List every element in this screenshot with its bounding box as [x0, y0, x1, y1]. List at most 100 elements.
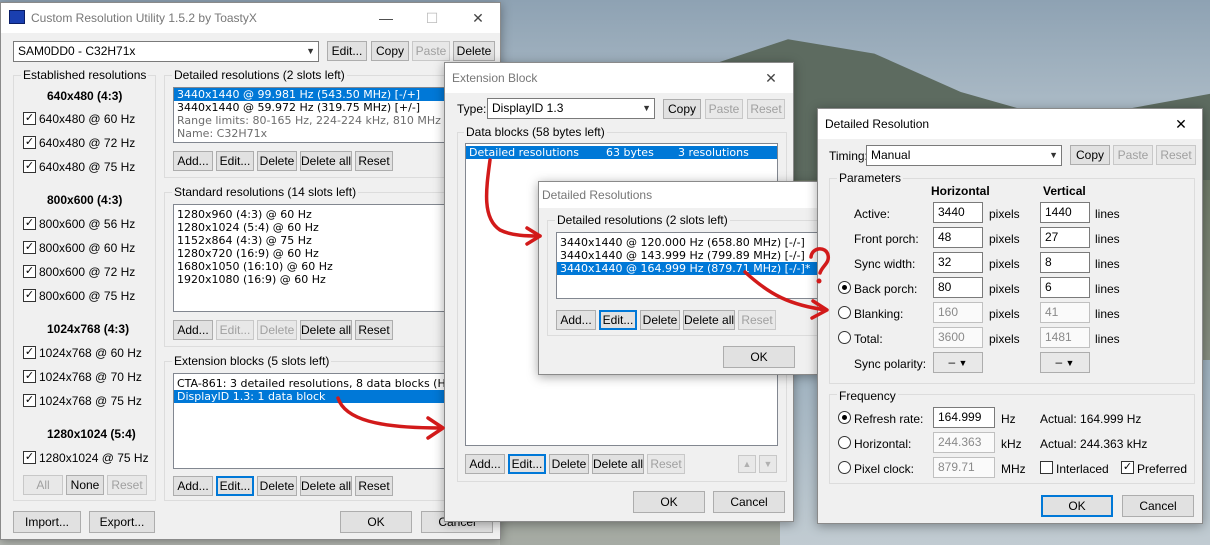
total-radio[interactable] [838, 331, 851, 344]
monitor-delete-button[interactable]: Delete [453, 41, 495, 61]
active-h-input[interactable]: 3440 [933, 202, 983, 223]
sync-width-v-input[interactable]: 8 [1040, 252, 1090, 273]
refresh-rate-input[interactable]: 164.999 [933, 407, 995, 428]
est-label-1024-75: 1024x768 @ 75 Hz [39, 394, 142, 408]
dr-timing-select[interactable]: Manual ▼ [866, 145, 1062, 166]
list-item[interactable]: 3440x1440 @ 143.999 Hz (799.89 MHz) [-/-… [557, 249, 818, 262]
extension-edit-button[interactable]: Edit... [216, 476, 254, 496]
horizontal-freq-input[interactable]: 244.363 [933, 432, 995, 453]
detailed-delete-all-button[interactable]: Delete all [300, 151, 352, 171]
list-item[interactable]: 3440x1440 @ 164.999 Hz (879.71 MHz) [-/-… [557, 262, 818, 275]
main-ok-button[interactable]: OK [340, 511, 412, 533]
close-icon[interactable]: ✕ [455, 3, 501, 33]
dres-reset-button[interactable]: Reset [738, 310, 776, 330]
active-v-input[interactable]: 1440 [1040, 202, 1090, 223]
front-porch-h-input[interactable]: 48 [933, 227, 983, 248]
back-porch-v-input[interactable]: 6 [1040, 277, 1090, 298]
est-checkbox-800-60[interactable]: ✓ [23, 241, 36, 254]
est-checkbox-640-60[interactable]: ✓ [23, 112, 36, 125]
h-polarity-select[interactable]: – ▼ [933, 352, 983, 373]
est-checkbox-1280-75[interactable]: ✓ [23, 451, 36, 464]
dres-delete-button[interactable]: Delete [640, 310, 680, 330]
est-checkbox-800-75[interactable]: ✓ [23, 289, 36, 302]
detailed-edit-button[interactable]: Edit... [216, 151, 254, 171]
dres-add-button[interactable]: Add... [556, 310, 596, 330]
monitor-copy-button[interactable]: Copy [371, 41, 409, 61]
detailed-add-button[interactable]: Add... [173, 151, 213, 171]
standard-reset-button[interactable]: Reset [355, 320, 393, 340]
monitor-paste-button[interactable]: Paste [412, 41, 450, 61]
dres-edit-button[interactable]: Edit... [599, 310, 637, 330]
est-checkbox-1024-75[interactable]: ✓ [23, 394, 36, 407]
est-reset-button[interactable]: Reset [107, 475, 147, 495]
move-up-icon[interactable]: ▲ [738, 455, 756, 473]
ext-copy-button[interactable]: Copy [663, 99, 701, 119]
sync-width-h-input[interactable]: 32 [933, 252, 983, 273]
blanking-radio[interactable] [838, 306, 851, 319]
total-v-input[interactable]: 1481 [1040, 327, 1090, 348]
move-down-icon[interactable]: ▼ [759, 455, 777, 473]
ext-ok-button[interactable]: OK [633, 491, 705, 513]
dr-copy-button[interactable]: Copy [1070, 145, 1110, 165]
ext-type-select[interactable]: DisplayID 1.3 ▼ [487, 98, 655, 119]
dres-delete-all-button[interactable]: Delete all [683, 310, 735, 330]
extension-delete-all-button[interactable]: Delete all [300, 476, 352, 496]
refresh-rate-radio[interactable] [838, 411, 851, 424]
list-item[interactable]: 3440x1440 @ 120.000 Hz (658.80 MHz) [-/-… [557, 236, 818, 249]
maximize-icon[interactable]: ☐ [409, 3, 455, 33]
minimize-icon[interactable]: — [363, 3, 409, 33]
standard-delete-all-button[interactable]: Delete all [300, 320, 352, 340]
dres-ok-button[interactable]: OK [723, 346, 795, 368]
pixel-clock-radio[interactable] [838, 461, 851, 474]
ext-reset-button[interactable]: Reset [747, 99, 785, 119]
standard-edit-button[interactable]: Edit... [216, 320, 254, 340]
est-checkbox-1024-70[interactable]: ✓ [23, 370, 36, 383]
ext-reset-list-button[interactable]: Reset [647, 454, 685, 474]
active-h-unit: pixels [989, 207, 1020, 221]
close-icon[interactable]: ✕ [1158, 109, 1204, 139]
ext-edit-button[interactable]: Edit... [508, 454, 546, 474]
detailed-delete-button[interactable]: Delete [257, 151, 297, 171]
horizontal-freq-radio[interactable] [838, 436, 851, 449]
ext-paste-button[interactable]: Paste [705, 99, 743, 119]
extension-reset-button[interactable]: Reset [355, 476, 393, 496]
total-h-input[interactable]: 3600 [933, 327, 983, 348]
back-porch-radio[interactable] [838, 281, 851, 294]
est-checkbox-800-56[interactable]: ✓ [23, 217, 36, 230]
est-none-button[interactable]: None [66, 475, 104, 495]
front-porch-v-input[interactable]: 27 [1040, 227, 1090, 248]
monitor-edit-button[interactable]: Edit... [327, 41, 367, 61]
extension-add-button[interactable]: Add... [173, 476, 213, 496]
detailed-reset-button[interactable]: Reset [355, 151, 393, 171]
dres-list[interactable]: 3440x1440 @ 120.000 Hz (658.80 MHz) [-/-… [556, 232, 819, 299]
ext-add-button[interactable]: Add... [465, 454, 505, 474]
interlaced-checkbox[interactable] [1040, 461, 1053, 474]
est-label-640-75: 640x480 @ 75 Hz [39, 160, 136, 174]
est-checkbox-640-75[interactable]: ✓ [23, 160, 36, 173]
v-polarity-select[interactable]: – ▼ [1040, 352, 1090, 373]
standard-add-button[interactable]: Add... [173, 320, 213, 340]
close-icon[interactable]: ✕ [748, 63, 794, 93]
dr-ok-button[interactable]: OK [1041, 495, 1113, 517]
est-all-button[interactable]: All [23, 475, 63, 495]
est-checkbox-1024-60[interactable]: ✓ [23, 346, 36, 359]
ext-delete-all-button[interactable]: Delete all [592, 454, 644, 474]
ext-cancel-button[interactable]: Cancel [713, 491, 785, 513]
back-porch-h-input[interactable]: 80 [933, 277, 983, 298]
monitor-select[interactable]: SAM0DD0 - C32H71x ▼ [13, 41, 319, 62]
dr-cancel-button[interactable]: Cancel [1122, 495, 1194, 517]
blanking-h-input[interactable]: 160 [933, 302, 983, 323]
preferred-checkbox[interactable]: ✓ [1121, 461, 1134, 474]
ext-delete-button[interactable]: Delete [549, 454, 589, 474]
dr-paste-button[interactable]: Paste [1113, 145, 1153, 165]
data-block-row[interactable]: Detailed resolutions 63 bytes 3 resoluti… [466, 146, 777, 159]
standard-delete-button[interactable]: Delete [257, 320, 297, 340]
blanking-v-input[interactable]: 41 [1040, 302, 1090, 323]
dr-reset-button[interactable]: Reset [1156, 145, 1196, 165]
est-checkbox-640-72[interactable]: ✓ [23, 136, 36, 149]
import-button[interactable]: Import... [13, 511, 81, 533]
pixel-clock-input[interactable]: 879.71 [933, 457, 995, 478]
est-checkbox-800-72[interactable]: ✓ [23, 265, 36, 278]
extension-delete-button[interactable]: Delete [257, 476, 297, 496]
export-button[interactable]: Export... [89, 511, 155, 533]
